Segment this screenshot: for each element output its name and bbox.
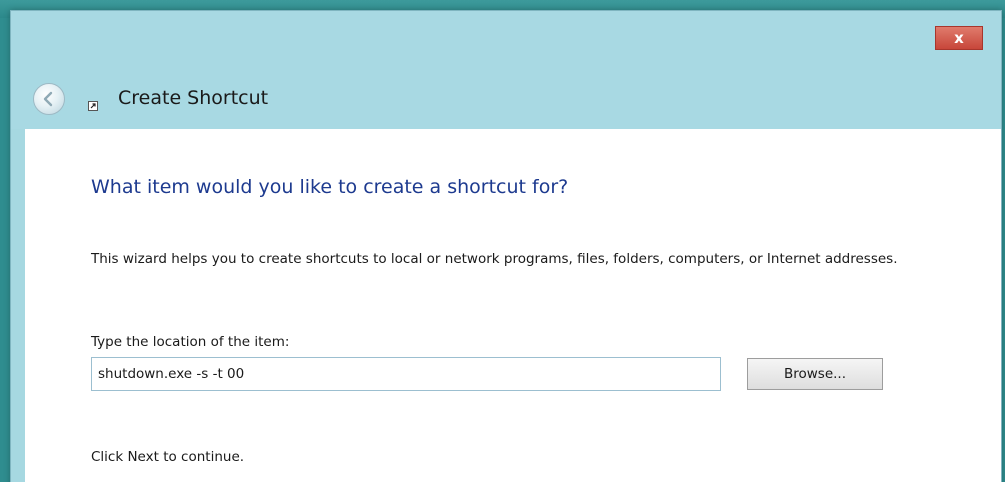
location-label: Type the location of the item: [91,334,290,350]
window-title: Create Shortcut [118,87,269,109]
location-input[interactable] [91,357,721,391]
page-heading: What item would you like to create a sho… [91,176,569,198]
wizard-content: What item would you like to create a sho… [25,129,1001,482]
desktop-background: x Create Shortcut What item would you li… [0,0,1005,482]
back-button[interactable] [33,83,65,115]
close-button[interactable]: x [935,26,983,50]
create-shortcut-dialog: x Create Shortcut What item would you li… [10,10,1002,482]
dialog-titlebar: x Create Shortcut [11,11,1001,129]
next-hint: Click Next to continue. [91,449,245,465]
shortcut-icon [88,101,98,111]
wizard-description: This wizard helps you to create shortcut… [91,251,898,267]
back-arrow-icon [43,91,53,107]
browse-button[interactable]: Browse... [747,358,883,390]
